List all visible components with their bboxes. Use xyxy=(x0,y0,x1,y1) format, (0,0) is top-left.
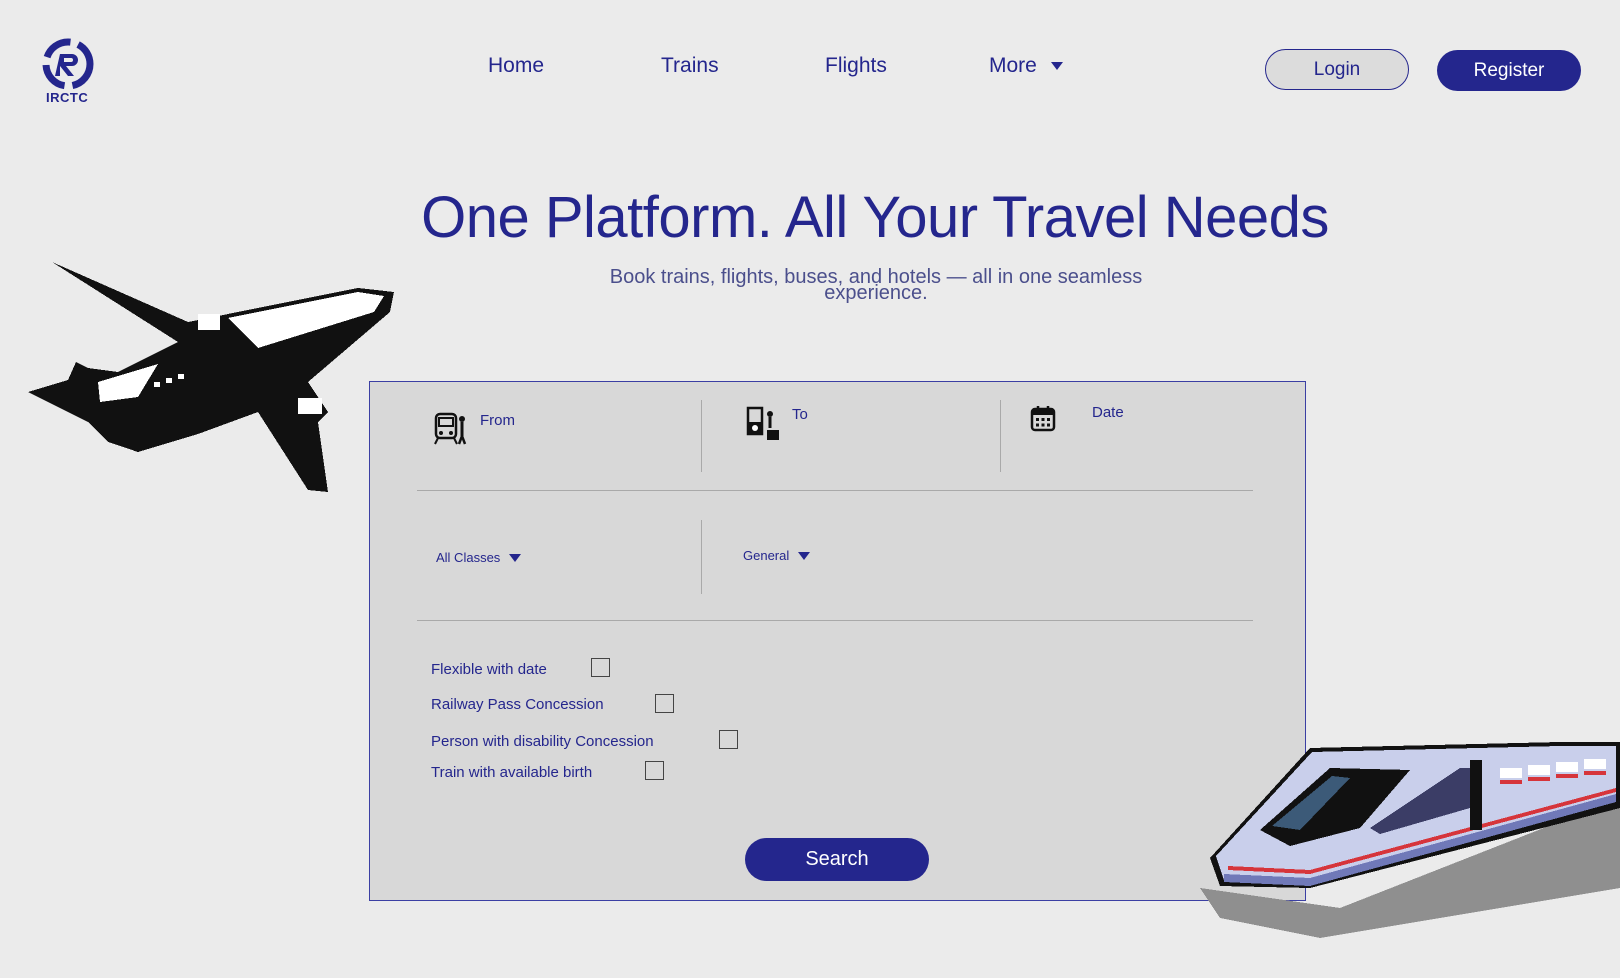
class-select-value: All Classes xyxy=(436,550,501,565)
logo-text: IRCTC xyxy=(46,90,89,105)
hero-title: One Platform. All Your Travel Needs xyxy=(421,185,1329,250)
option-railway-pass-label: Railway Pass Concession xyxy=(431,696,604,713)
from-field[interactable]: From xyxy=(434,410,515,446)
option-disability-checkbox[interactable] xyxy=(719,730,738,749)
divider xyxy=(417,620,1253,621)
option-railway-pass-checkbox[interactable] xyxy=(655,694,674,713)
option-flexible-date-checkbox[interactable] xyxy=(591,658,610,677)
chevron-down-icon xyxy=(1050,62,1063,71)
date-field[interactable]: Date xyxy=(1030,404,1124,432)
chevron-down-icon xyxy=(798,551,811,560)
to-field[interactable]: To xyxy=(746,406,808,442)
nav-more[interactable]: More xyxy=(989,52,1063,80)
hero-subtitle: Book trains, flights, buses, and hotels … xyxy=(592,267,1160,303)
from-label: From xyxy=(480,412,515,429)
bullet-train-illustration xyxy=(1200,742,1620,938)
arrival-station-icon xyxy=(746,406,779,440)
divider xyxy=(701,400,702,472)
nav-flights[interactable]: Flights xyxy=(825,52,887,80)
option-flexible-date-label: Flexible with date xyxy=(431,661,547,678)
quota-select-value: General xyxy=(743,548,790,563)
nav-trains[interactable]: Trains xyxy=(661,52,719,80)
nav-home[interactable]: Home xyxy=(488,52,544,80)
chevron-down-icon xyxy=(509,553,522,562)
calendar-icon xyxy=(1030,406,1056,432)
divider xyxy=(1000,400,1001,472)
nav-more-label: More xyxy=(989,54,1037,77)
search-button[interactable]: Search xyxy=(745,838,929,881)
airplane-illustration xyxy=(28,262,394,492)
divider xyxy=(701,520,702,594)
date-label: Date xyxy=(1092,404,1124,421)
option-available-berth-checkbox[interactable] xyxy=(645,761,664,780)
search-panel: From To Date All Classes General Flexibl… xyxy=(369,381,1306,901)
option-disability-label: Person with disability Concession xyxy=(431,733,654,750)
quota-select[interactable]: General xyxy=(743,548,811,563)
option-available-berth-label: Train with available birth xyxy=(431,764,593,781)
login-button[interactable]: Login xyxy=(1265,49,1409,90)
class-select[interactable]: All Classes xyxy=(436,550,522,565)
register-button[interactable]: Register xyxy=(1437,50,1581,91)
divider xyxy=(417,490,1253,491)
train-station-icon xyxy=(434,412,467,445)
to-label: To xyxy=(792,406,808,423)
